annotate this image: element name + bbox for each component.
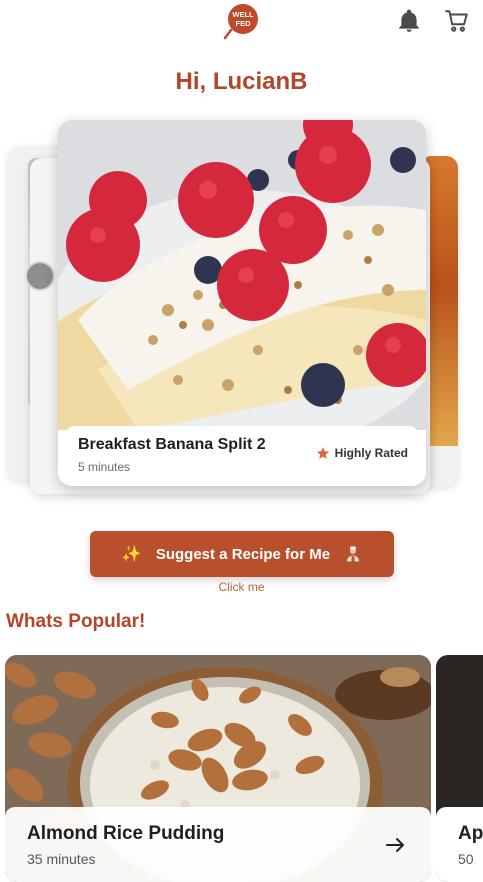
popular-recipe-card[interactable]: Ap 50	[436, 655, 483, 882]
popular-recipe-card[interactable]: Almond Rice Pudding 35 minutes	[5, 655, 431, 882]
wellfed-logo[interactable]: WELL FED	[222, 2, 262, 40]
svg-text:FED: FED	[236, 19, 252, 28]
popular-section-title: Whats Popular!	[6, 611, 146, 632]
click-me-hint: Click me	[218, 580, 265, 594]
highly-rated-label: Highly Rated	[334, 446, 408, 460]
cart-icon[interactable]	[444, 8, 470, 34]
popular-recipe-title: Ap	[458, 823, 483, 844]
star-icon	[316, 446, 330, 460]
featured-recipe-title: Breakfast Banana Split 2	[78, 436, 266, 453]
featured-recipe-card[interactable]: Breakfast Banana Split 2 5 minutes Highl…	[58, 120, 426, 486]
bell-icon[interactable]	[396, 8, 422, 34]
highly-rated-badge: Highly Rated	[316, 446, 408, 460]
featured-recipe-info: Breakfast Banana Split 2 5 minutes Highl…	[66, 426, 418, 480]
popular-recipe-info: Ap 50	[436, 807, 483, 882]
suggest-recipe-button[interactable]: ✨ Suggest a Recipe for Me	[90, 531, 394, 577]
featured-recipe-time: 5 minutes	[78, 460, 131, 474]
popular-recipe-info: Almond Rice Pudding 35 minutes	[5, 807, 431, 882]
home-screen: WELL FED Hi, LucianB Breakfast Banana Sp…	[0, 0, 483, 882]
arrow-right-icon[interactable]	[383, 833, 407, 857]
greeting-heading: Hi, LucianB	[175, 68, 308, 95]
popular-recipe-title: Almond Rice Pudding	[27, 823, 225, 844]
carousel-handle[interactable]	[25, 261, 55, 291]
popular-recipe-time: 35 minutes	[27, 851, 96, 867]
chef-icon	[344, 545, 362, 563]
popular-recipe-time: 50	[458, 851, 474, 867]
featured-recipe-image	[58, 120, 426, 430]
suggest-recipe-label: Suggest a Recipe for Me	[155, 545, 331, 563]
sparkle-icon: ✨	[121, 546, 142, 563]
svg-text:WELL: WELL	[232, 10, 254, 19]
